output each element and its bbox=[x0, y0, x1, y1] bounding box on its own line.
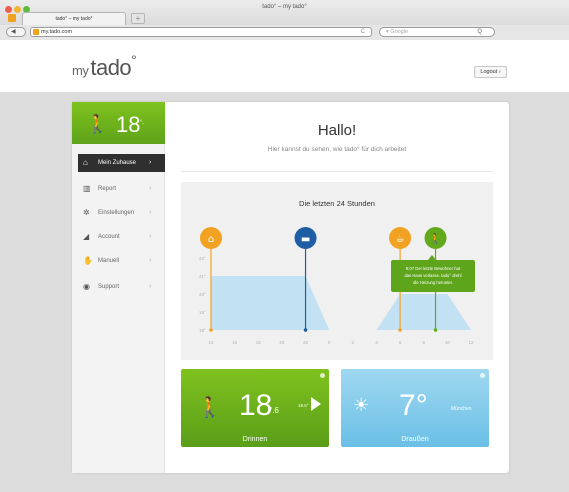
url-favicon-icon bbox=[33, 29, 39, 35]
home-status-box[interactable]: 🚶 18 °. bbox=[72, 102, 165, 144]
event-dot bbox=[433, 328, 438, 332]
chart-canvas: 22° 21° 20° 19° 18° 14 16 18 20 22 0 2 4 6 8 10 12 ⌂ ▬ ☕ 🚶… bbox=[199, 227, 475, 345]
chevron-right-icon: › bbox=[149, 159, 152, 166]
support-icon: ◉ bbox=[83, 282, 90, 291]
sun-icon: ☀ bbox=[353, 395, 370, 415]
indoor-caption: Drinnen bbox=[242, 436, 268, 443]
indoor-temperature: 18 bbox=[239, 389, 273, 422]
outdoor-city: München bbox=[451, 406, 472, 412]
outdoor-caption: Draußen bbox=[401, 436, 429, 443]
x-tick-label: 22 bbox=[303, 340, 309, 345]
sidebar-item-support[interactable]: ◉ Support › bbox=[78, 278, 165, 296]
sidebar-item-mein-zuhause[interactable]: ⌂ Mein Zuhause › bbox=[78, 154, 165, 172]
mytado-logo[interactable]: mytado° bbox=[72, 52, 137, 81]
main-content: Hallo! Hier kannst du sehen, wie tado° f… bbox=[165, 102, 509, 473]
url-text: my.tado.com bbox=[41, 29, 73, 35]
target-temperature: 18.6° bbox=[298, 403, 309, 408]
x-tick-label: 10 bbox=[445, 340, 451, 345]
page-subtitle: Hier kannst du sehen, wie tado° für dich… bbox=[267, 146, 407, 153]
window-title: tado° – my tado° bbox=[262, 4, 307, 10]
outdoor-temperature: 7° bbox=[399, 389, 428, 422]
search-input[interactable]: ▾ Google Q bbox=[379, 27, 495, 37]
back-button[interactable]: ◀ bbox=[6, 27, 26, 37]
reload-icon[interactable]: C bbox=[361, 28, 365, 36]
info-dot-icon[interactable] bbox=[320, 373, 325, 378]
new-tab-button[interactable]: + bbox=[131, 13, 145, 24]
x-tick-label: 14 bbox=[208, 340, 214, 345]
site-header: mytado° Logout › bbox=[0, 40, 569, 93]
sidebar-item-manuell[interactable]: ✋ Manuell › bbox=[78, 252, 165, 270]
chevron-right-icon: › bbox=[149, 209, 152, 216]
divider bbox=[181, 171, 493, 172]
sidebar-item-report[interactable]: ▥ Report › bbox=[78, 180, 165, 198]
home-icon: ⌂ bbox=[208, 234, 214, 245]
gear-icon: ✲ bbox=[83, 208, 90, 217]
y-tick-label: 21° bbox=[199, 274, 206, 279]
tooltip-line-3: die Heizung herunter. bbox=[413, 280, 453, 285]
walker-icon: 🚶 bbox=[197, 397, 222, 419]
tab-my-tado[interactable]: tado° – my tado° bbox=[22, 12, 126, 25]
event-tooltip: 9:07 Der letzte Bewohner hat das Haus ve… bbox=[391, 255, 475, 292]
x-tick-label: 8 bbox=[422, 340, 425, 345]
status-temperature: 18 bbox=[116, 112, 141, 137]
bar-chart-icon: ▥ bbox=[83, 184, 91, 193]
x-tick-label: 0 bbox=[328, 340, 331, 345]
event-dot bbox=[209, 328, 213, 332]
temperature-chart: 22° 21° 20° 19° 18° 14 16 18 20 22 0 2 4 6 8 10 12 ⌂ ▬ ☕ 🚶… bbox=[181, 182, 493, 360]
x-tick-label: 2 bbox=[352, 340, 355, 345]
page-title: Hallo! bbox=[317, 122, 357, 139]
info-dot-icon[interactable] bbox=[480, 373, 485, 378]
indoor-temperature-decimal: °.6 bbox=[269, 406, 279, 415]
bed-icon: ▬ bbox=[301, 234, 310, 245]
tado-favicon-icon bbox=[8, 14, 16, 22]
indoor-tile[interactable]: 🚶 18 °.6 18.6° Drinnen bbox=[181, 369, 329, 447]
home-icon: ⌂ bbox=[83, 158, 88, 167]
hand-icon: ✋ bbox=[83, 256, 93, 265]
search-placeholder: ▾ Google bbox=[386, 29, 409, 35]
chevron-right-icon: › bbox=[149, 283, 152, 290]
chart-title: Die letzten 24 Stunden bbox=[299, 199, 375, 208]
x-tick-label: 16 bbox=[232, 340, 238, 345]
user-icon: ◢ bbox=[83, 232, 90, 241]
event-dot bbox=[303, 328, 308, 332]
y-tick-label: 22° bbox=[199, 256, 206, 261]
x-tick-label: 12 bbox=[468, 340, 474, 345]
tooltip-pointer bbox=[428, 255, 436, 260]
status-temperature-decimal: °. bbox=[140, 120, 145, 126]
browser-window: tado° – my tado° tado° – my tado° + ◀ my… bbox=[0, 0, 569, 492]
x-tick-label: 20 bbox=[279, 340, 285, 345]
sidebar-item-account[interactable]: ◢ Account › bbox=[78, 228, 165, 246]
search-icon[interactable]: Q bbox=[477, 28, 482, 36]
browser-toolbar: ◀ my.tado.com C ▾ Google Q bbox=[0, 25, 569, 40]
chevron-right-icon: › bbox=[149, 233, 152, 240]
x-tick-label: 6 bbox=[399, 340, 402, 345]
walker-icon: 🚶 bbox=[429, 232, 441, 245]
tooltip-line-1: 9:07 Der letzte Bewohner hat bbox=[406, 266, 461, 271]
logout-button[interactable]: Logout › bbox=[474, 66, 507, 78]
walker-icon: 🚶 bbox=[86, 114, 109, 134]
play-icon[interactable] bbox=[311, 397, 321, 411]
event-dot bbox=[398, 328, 402, 332]
content-card: 🚶 18 °. ⌂ Mein Zuhause › ▥ Report › ✲ Ei… bbox=[72, 102, 509, 473]
x-tick-label: 18 bbox=[256, 340, 262, 345]
coffee-icon: ☕ bbox=[396, 234, 405, 245]
y-tick-label: 20° bbox=[199, 292, 206, 297]
sidebar-item-einstellungen[interactable]: ✲ Einstellungen › bbox=[78, 204, 165, 222]
url-bar[interactable]: my.tado.com C bbox=[30, 27, 372, 37]
sidebar: 🚶 18 °. ⌂ Mein Zuhause › ▥ Report › ✲ Ei… bbox=[72, 102, 165, 473]
y-tick-label: 18° bbox=[199, 328, 206, 333]
chevron-right-icon: › bbox=[149, 185, 152, 192]
outdoor-tile[interactable]: ☀ 7° München Draußen bbox=[341, 369, 489, 447]
x-tick-label: 4 bbox=[375, 340, 378, 345]
tooltip-line-2: das Haus verlasse. tado° drehl bbox=[404, 273, 461, 278]
chevron-right-icon: › bbox=[149, 257, 152, 264]
y-tick-label: 19° bbox=[199, 310, 206, 315]
